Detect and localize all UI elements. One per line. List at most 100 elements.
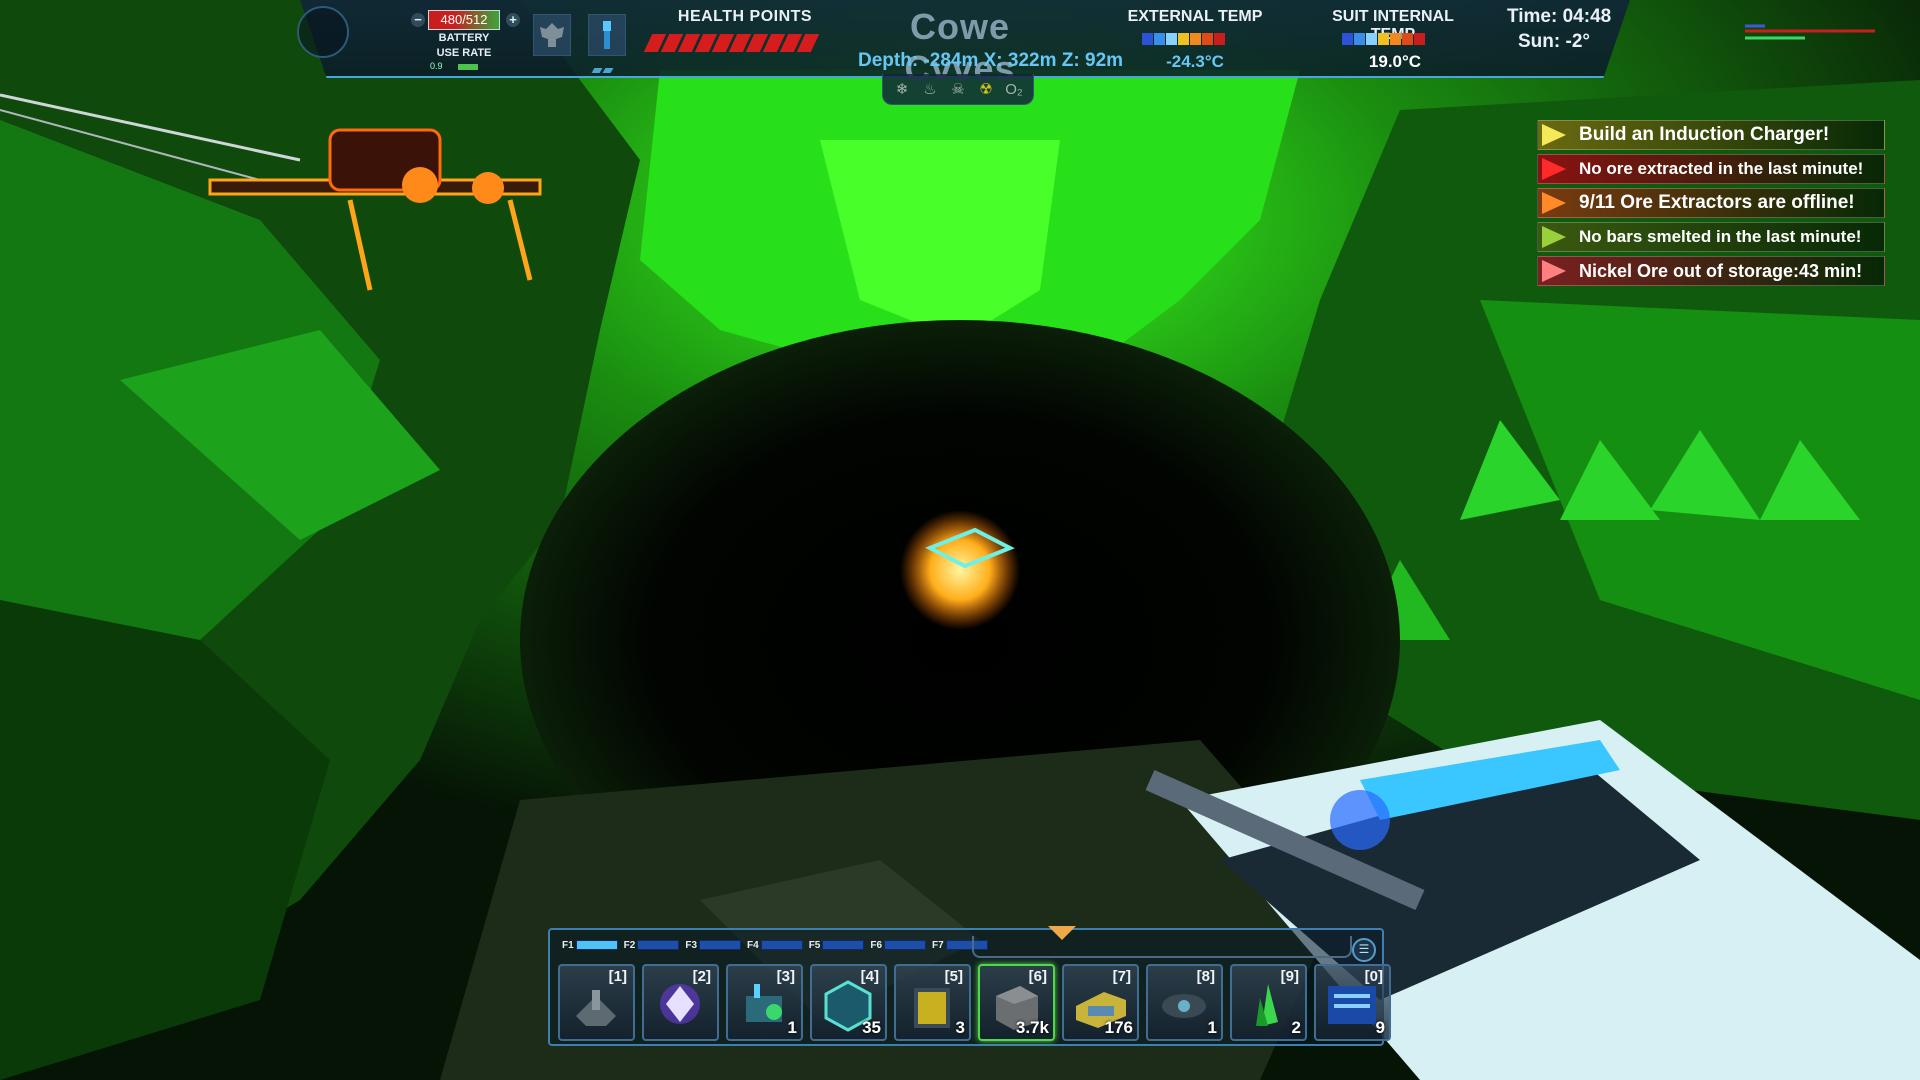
hotbar-tab-label: F3 (685, 939, 698, 951)
external-temp-value: -24.3°C (1166, 52, 1224, 71)
notification-text: 9/11 Ore Extractors are offline! (1579, 192, 1855, 213)
hotbar-slot-key: [6] (1028, 968, 1047, 985)
hotbar-slot-key: [3] (776, 968, 795, 985)
compass-icon (297, 6, 349, 58)
hotbar-tab-bar (575, 940, 618, 950)
heat-icon: ♨ (923, 81, 937, 98)
use-rate-label: USE RATE (436, 47, 492, 59)
notification-item[interactable]: 9/11 Ore Extractors are offline! (1537, 188, 1885, 218)
item-drop-slot[interactable] (972, 936, 1352, 958)
hotbar-slot-quantity: 3.7k (1015, 1018, 1049, 1037)
hotbar-slot-quantity: 9 (1375, 1018, 1385, 1037)
alert-arrow-icon (1542, 124, 1566, 146)
cold-icon: ❄ (895, 81, 909, 98)
hotbar-slot-key: [1] (608, 968, 627, 985)
hotbar: F1 F2 F3 F4 F5 F6 F7 ☰ [1] [2] [3] 1 [4] 35 [5] 3 [6] 3… (548, 926, 1391, 1046)
hotbar-slot[interactable]: [5] 3 (894, 964, 971, 1041)
hotbar-slot-key: [9] (1280, 968, 1299, 985)
hotbar-slots: [1] [2] [3] 1 [4] 35 [5] 3 [6] 3.7k [7] 176 [8] 1 [9] 2… (558, 964, 1391, 1041)
hotbar-slot[interactable]: [8] 1 (1146, 964, 1223, 1041)
health-bar (643, 34, 844, 54)
hotbar-page-tabs: F1 F2 F3 F4 F5 F6 F7 (562, 938, 988, 952)
suit-mode-button[interactable] (533, 14, 571, 56)
internal-temp-gauge (1342, 32, 1448, 45)
health-label: HEALTH POINTS (677, 8, 813, 25)
hotbar-tab-label: F6 (870, 939, 883, 951)
hotbar-slot[interactable]: [3] 1 (726, 964, 803, 1041)
hotbar-slot-quantity: 3 (955, 1018, 965, 1037)
notification-text: Nickel Ore out of storage:43 min! (1579, 261, 1863, 281)
chevron-down-icon (1048, 926, 1076, 940)
notification-item[interactable]: No ore extracted in the last minute! (1537, 154, 1885, 184)
hotbar-slot[interactable]: [1] (558, 964, 635, 1041)
hotbar-tab-label: F7 (932, 939, 944, 951)
hotbar-tab-f4[interactable]: F4 (747, 938, 803, 952)
battery-charge: 480/512 (428, 10, 500, 30)
hotbar-slot-key: [4] (860, 968, 879, 985)
hotbar-tab-bar (822, 940, 865, 950)
hotbar-slot-quantity: 176 (1104, 1018, 1133, 1037)
hotbar-slot[interactable]: [6] 3.7k (978, 964, 1055, 1041)
hotbar-tab-f1[interactable]: F1 (562, 938, 618, 952)
hotbar-tab-f3[interactable]: F3 (685, 938, 742, 952)
toxic-icon: ☠ (951, 81, 965, 98)
notification-item[interactable]: Nickel Ore out of storage:43 min! (1537, 256, 1885, 286)
notification-item[interactable]: No bars smelted in the last minute! (1537, 222, 1885, 252)
hotbar-tab-f6[interactable]: F6 (870, 938, 927, 952)
notification-text: No bars smelted in the last minute! (1579, 227, 1862, 246)
hotbar-slot-quantity: 1 (1207, 1018, 1217, 1037)
hotbar-slot-key: [2] (692, 968, 711, 985)
hotbar-slot-quantity: 35 (862, 1018, 881, 1037)
hotbar-slot[interactable]: [2] (642, 964, 719, 1041)
status-effects: ❄ ♨ ☠ ☢ O₂ (882, 74, 1034, 105)
hotbar-slot-quantity: 2 (1291, 1018, 1301, 1037)
external-temp-gauge (1142, 32, 1248, 45)
hotbar-slot[interactable]: [7] 176 (1062, 964, 1139, 1041)
notification-list: Build an Induction Charger! No ore extrac… (1537, 120, 1885, 290)
battery-increase-button[interactable]: + (506, 13, 520, 27)
mech-suit-icon (540, 23, 564, 47)
hotbar-slot-key: [0] (1364, 968, 1383, 985)
hotbar-tab-label: F4 (747, 939, 759, 951)
flashlight-button[interactable] (588, 14, 626, 56)
hotbar-slot-key: [7] (1112, 968, 1131, 985)
hotbar-tab-bar (760, 940, 803, 950)
radiation-icon: ☢ (979, 81, 993, 98)
use-rate-meter: 0.9 (430, 61, 500, 71)
hotbar-tab-label: F1 (562, 939, 574, 951)
flashlight-icon (603, 21, 611, 49)
hotbar-slot[interactable]: [0] 9 (1314, 964, 1391, 1041)
notification-text: Build an Induction Charger! (1579, 124, 1830, 145)
hotbar-tab-f5[interactable]: F5 (809, 938, 865, 952)
signal-graph-icon (1745, 24, 1875, 40)
battery-decrease-button[interactable]: − (411, 13, 425, 27)
oxygen-icon: O₂ (1005, 80, 1023, 98)
use-rate-bar (458, 64, 478, 70)
hotbar-slot-key: [5] (944, 968, 963, 985)
hotbar-slot[interactable]: [9] 2 (1230, 964, 1307, 1041)
notification-text: No ore extracted in the last minute! (1579, 159, 1864, 178)
alert-arrow-icon (1542, 226, 1566, 248)
position-coords: Depth: -284m X: 322m Z: 92m (858, 50, 1124, 71)
hotbar-slot[interactable]: [4] 35 (810, 964, 887, 1041)
hotbar-slot-quantity: 1 (787, 1018, 797, 1037)
internal-temp-value: 19.0°C (1368, 52, 1422, 71)
use-rate-value: 0.9 (430, 61, 443, 71)
game-time: Time: 04:48 (1507, 6, 1612, 27)
hotbar-tab-bar (637, 940, 680, 950)
hotbar-menu-button[interactable]: ☰ (1352, 938, 1376, 962)
hotbar-tab-bar (884, 940, 927, 950)
hotbar-tab-f2[interactable]: F2 (624, 938, 680, 952)
battery-label: BATTERY (438, 32, 490, 44)
external-temp-label: EXTERNAL TEMP (1127, 8, 1263, 25)
hotbar-tab-bar (699, 940, 742, 950)
hotbar-tab-label: F5 (808, 939, 821, 951)
sun-angle: Sun: -2° (1518, 31, 1590, 52)
alert-arrow-icon (1542, 260, 1566, 282)
hotbar-slot-key: [8] (1196, 968, 1215, 985)
flashlight-level (591, 60, 623, 73)
alert-arrow-icon (1542, 158, 1566, 180)
alert-arrow-icon (1542, 192, 1566, 214)
notification-item[interactable]: Build an Induction Charger! (1537, 120, 1885, 150)
battery-panel: 480/512 BATTERY USE RATE 0.9 (428, 10, 500, 72)
